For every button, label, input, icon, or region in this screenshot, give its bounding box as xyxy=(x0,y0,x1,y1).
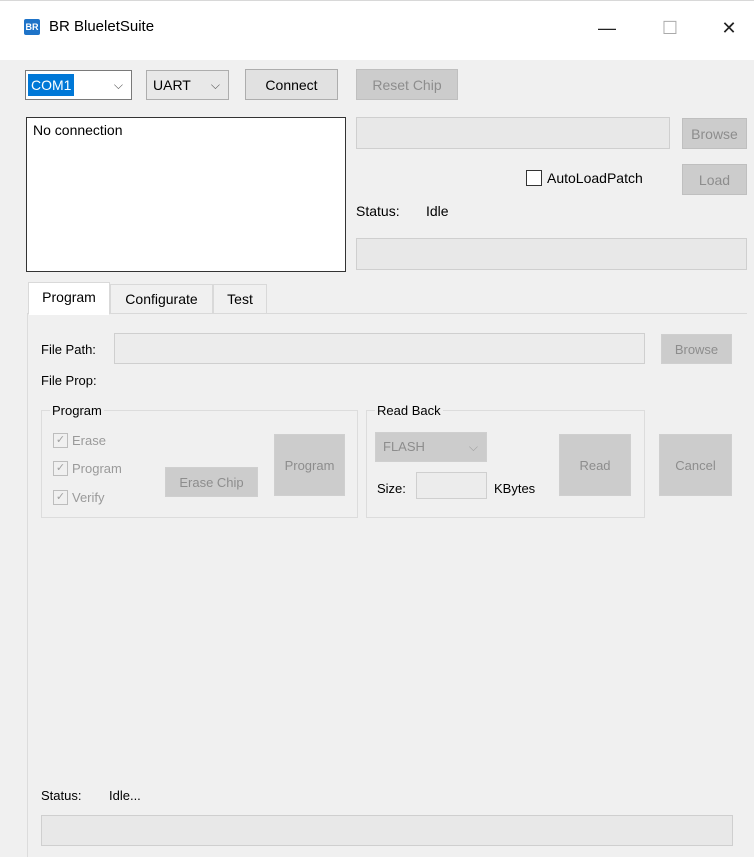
com-port-select[interactable]: COM1 ⌵ xyxy=(25,70,132,100)
patch-status-label: Status: xyxy=(356,203,400,219)
chevron-down-icon: ⌵ xyxy=(113,78,123,92)
connection-log-text: No connection xyxy=(33,122,123,138)
memory-value: FLASH xyxy=(383,439,425,454)
patch-browse-button[interactable]: Browse xyxy=(682,118,747,149)
file-browse-button[interactable]: Browse xyxy=(661,334,732,364)
program-option-label: Program xyxy=(72,461,122,476)
program-group-title: Program xyxy=(50,403,104,418)
footer-status-value: Idle... xyxy=(109,788,141,803)
tab-configurate[interactable]: Configurate xyxy=(110,284,213,314)
read-button[interactable]: Read xyxy=(559,434,631,496)
minimize-icon[interactable]: — xyxy=(587,16,627,40)
com-port-value: COM1 xyxy=(28,74,75,96)
cancel-button[interactable]: Cancel xyxy=(659,434,732,496)
checkmark-icon: ✓ xyxy=(53,433,68,448)
checkmark-icon: ✓ xyxy=(53,490,68,505)
program-button[interactable]: Program xyxy=(274,434,345,496)
read-back-group-title: Read Back xyxy=(375,403,443,418)
verify-label: Verify xyxy=(72,490,105,505)
patch-status-value: Idle xyxy=(426,203,449,219)
checkmark-icon: ✓ xyxy=(53,461,68,476)
maximize-icon[interactable]: ☐ xyxy=(650,16,690,40)
footer-status-label: Status: xyxy=(41,788,82,803)
interface-select[interactable]: UART ⌵ xyxy=(146,70,229,100)
memory-select[interactable]: FLASH ⌵ xyxy=(375,432,487,462)
size-input[interactable] xyxy=(416,472,487,499)
file-prop-label: File Prop: xyxy=(41,373,97,388)
load-button[interactable]: Load xyxy=(682,164,747,195)
checkbox-box xyxy=(526,170,542,186)
close-icon[interactable]: ✕ xyxy=(709,16,749,40)
file-path-input[interactable] xyxy=(114,333,645,364)
connection-log[interactable]: No connection xyxy=(26,117,346,272)
tab-program[interactable]: Program xyxy=(28,282,110,315)
size-label: Size: xyxy=(377,481,406,496)
erase-label: Erase xyxy=(72,433,106,448)
footer-progress-bar xyxy=(41,815,733,846)
reset-chip-button[interactable]: Reset Chip xyxy=(356,69,458,100)
patch-path-input[interactable] xyxy=(356,117,670,149)
chevron-down-icon: ⌵ xyxy=(468,440,478,454)
tab-test[interactable]: Test xyxy=(213,284,267,314)
file-path-label: File Path: xyxy=(41,342,96,357)
patch-progress-bar xyxy=(356,238,747,270)
app-logo-icon: BR xyxy=(24,19,40,35)
program-checkbox[interactable]: ✓ Program xyxy=(53,461,122,476)
erase-checkbox[interactable]: ✓ Erase xyxy=(53,433,106,448)
size-unit-label: KBytes xyxy=(494,481,536,496)
verify-checkbox[interactable]: ✓ Verify xyxy=(53,490,105,505)
erase-chip-button[interactable]: Erase Chip xyxy=(165,467,258,497)
autoload-patch-checkbox[interactable]: AutoLoadPatch xyxy=(526,170,643,186)
connect-button[interactable]: Connect xyxy=(245,69,338,100)
chevron-down-icon: ⌵ xyxy=(210,78,220,92)
interface-value: UART xyxy=(153,77,191,93)
window-title: BR BlueletSuite xyxy=(49,18,155,35)
autoload-patch-label: AutoLoadPatch xyxy=(547,170,643,186)
program-tab-panel xyxy=(27,313,747,857)
